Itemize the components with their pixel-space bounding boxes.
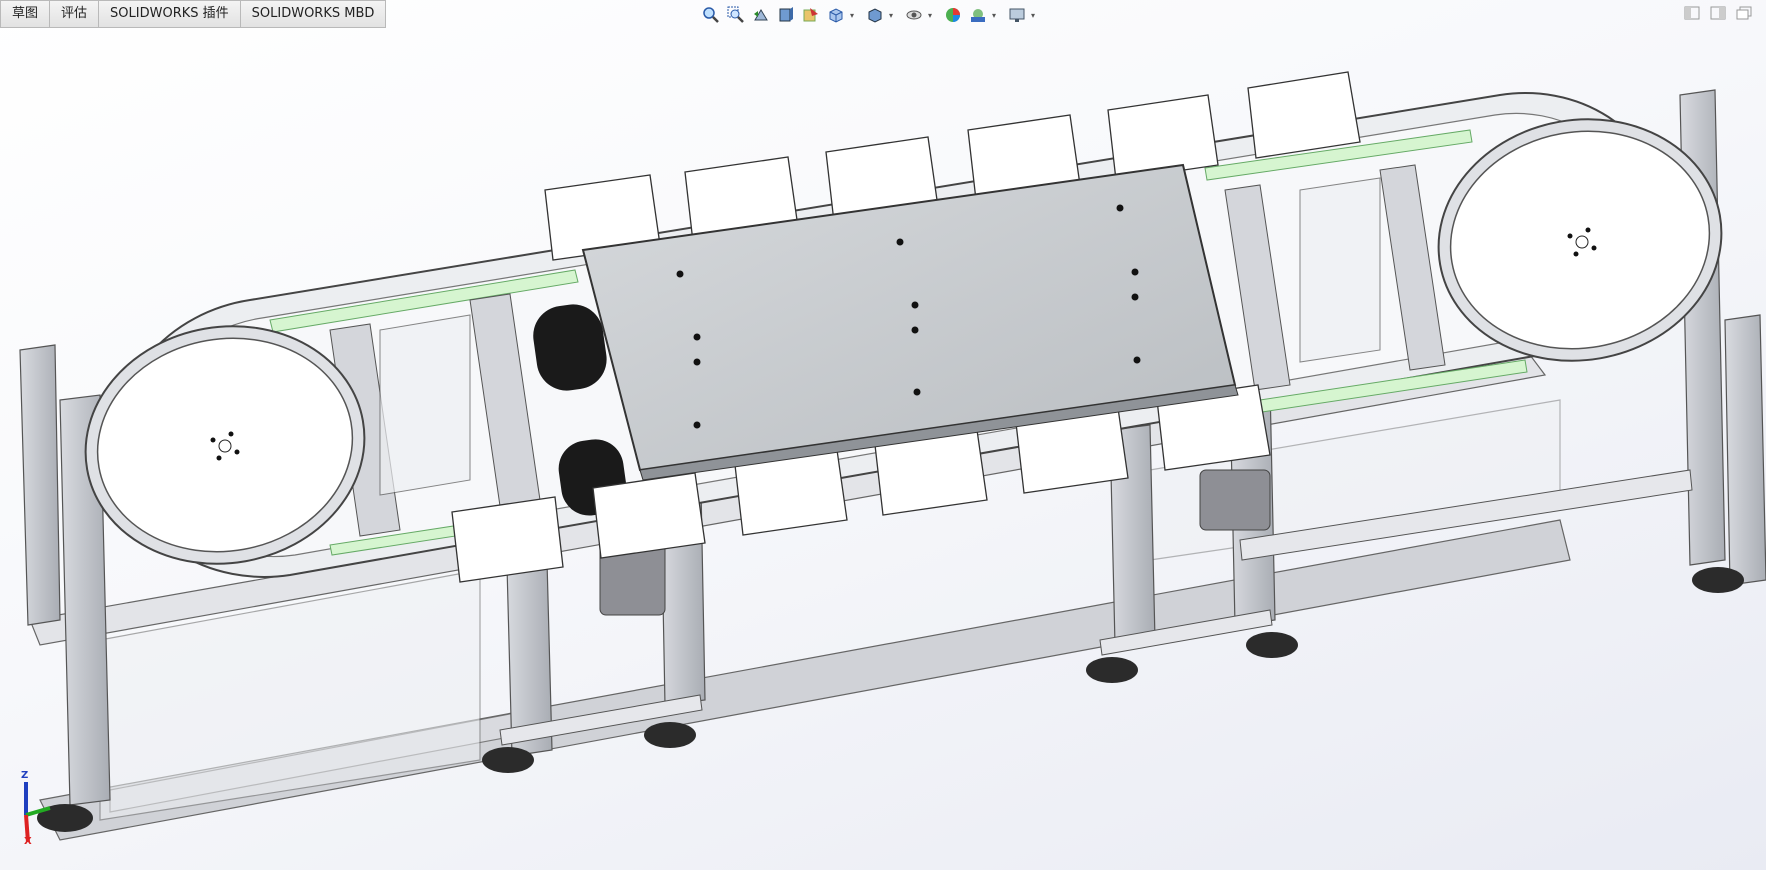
dynamic-annotation-icon[interactable] [800,4,822,26]
view-orientation-icon[interactable] [825,4,847,26]
triad-x-label: X [24,836,32,847]
hide-show-dropdown-icon[interactable]: ▾ [928,11,936,20]
model-viewport[interactable] [0,0,1766,870]
command-manager-tabs: 草图 评估 SOLIDWORKS 插件 SOLIDWORKS MBD [0,0,387,28]
viewport-window-controls [1684,6,1752,20]
apply-scene-dropdown-icon[interactable]: ▾ [992,11,1000,20]
view-settings-dropdown-icon[interactable]: ▾ [1031,11,1039,20]
edit-appearance-icon[interactable] [942,4,964,26]
triad-axes-icon [24,782,51,843]
tab-evaluate[interactable]: 评估 [50,0,100,28]
previous-view-icon[interactable] [750,4,772,26]
view-settings-icon[interactable] [1006,4,1028,26]
heads-up-view-toolbar: ▾ ▾ ▾ ▾ ▾ [700,4,1042,26]
zoom-to-area-icon[interactable] [725,4,747,26]
reference-triad: Z X [6,770,66,850]
hide-show-items-icon[interactable] [903,4,925,26]
triad-z-label: Z [21,770,29,781]
tile-right-icon[interactable] [1710,6,1726,20]
tab-solidworks-mbd[interactable]: SOLIDWORKS MBD [240,0,387,28]
zoom-to-fit-icon[interactable] [700,4,722,26]
tab-solidworks-addins[interactable]: SOLIDWORKS 插件 [99,0,241,28]
tab-sketch[interactable]: 草图 [0,0,51,28]
restore-icon[interactable] [1736,6,1752,20]
display-style-dropdown-icon[interactable]: ▾ [889,11,897,20]
section-view-icon[interactable] [775,4,797,26]
tile-left-icon[interactable] [1684,6,1700,20]
view-orientation-dropdown-icon[interactable]: ▾ [850,11,858,20]
apply-scene-icon[interactable] [967,4,989,26]
display-style-icon[interactable] [864,4,886,26]
